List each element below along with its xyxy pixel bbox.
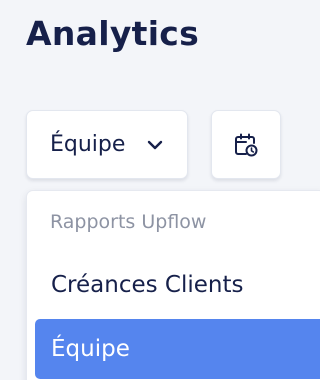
- chevron-down-icon: [147, 140, 163, 150]
- analytics-page: Analytics Équipe Rapports Upflow Créance…: [0, 0, 320, 380]
- page-title: Analytics: [26, 14, 200, 53]
- dropdown-group-label: Rapports Upflow: [50, 211, 207, 233]
- dropdown-option-equipe[interactable]: Équipe: [35, 319, 320, 379]
- dropdown-option-creances-clients[interactable]: Créances Clients: [35, 255, 320, 315]
- date-range-button[interactable]: [211, 110, 281, 179]
- team-selector-dropdown[interactable]: Équipe: [26, 110, 188, 179]
- calendar-clock-icon: [235, 133, 258, 156]
- team-selector-label: Équipe: [50, 132, 126, 157]
- team-dropdown-menu: Rapports Upflow Créances Clients Équipe: [26, 190, 320, 380]
